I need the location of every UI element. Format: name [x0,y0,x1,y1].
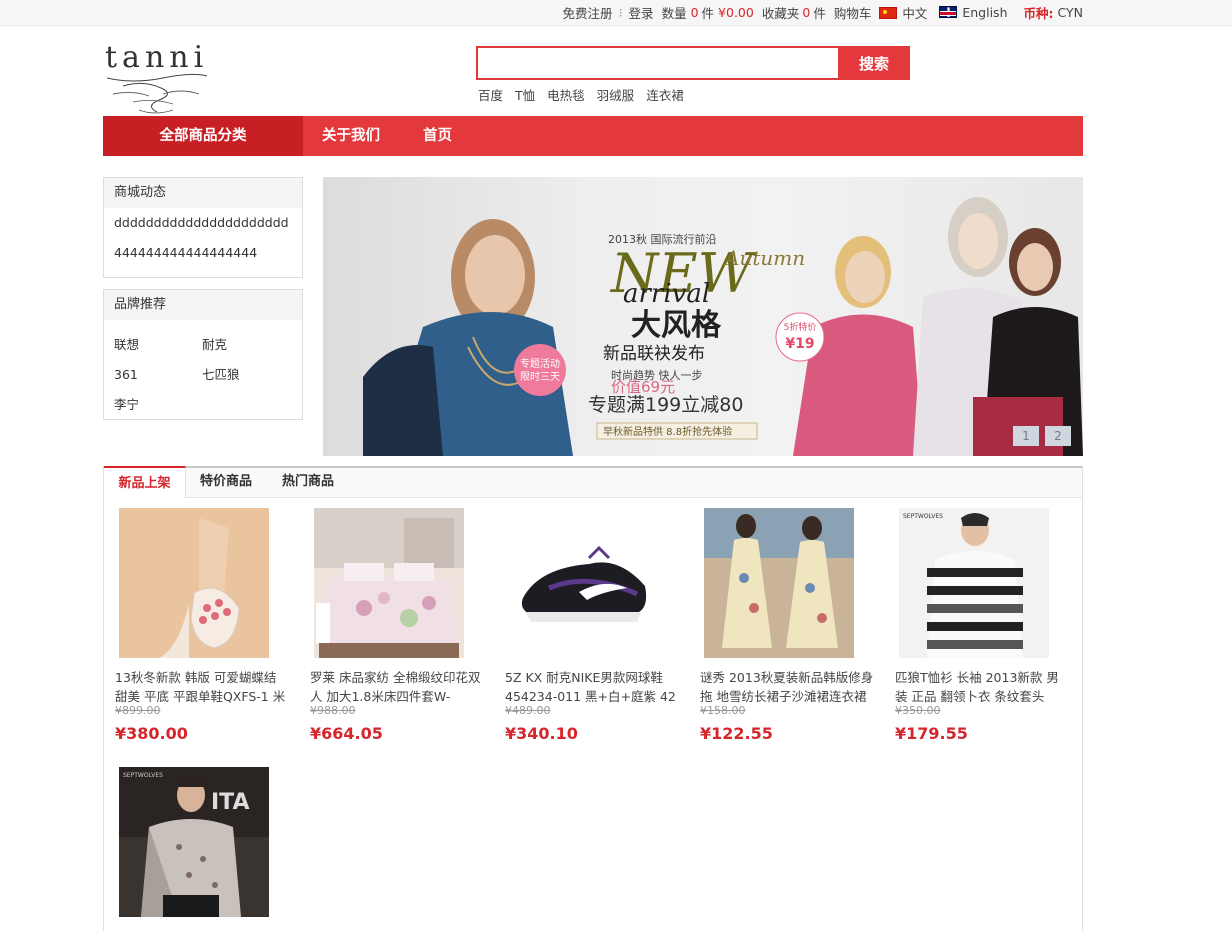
nav-all-categories[interactable]: 全部商品分类 [103,116,303,156]
brand-item[interactable]: 耐克 [202,330,290,360]
lang-en-label: English [962,4,1008,20]
banner-page-button[interactable]: 2 [1045,426,1071,446]
product-name[interactable]: 13秋冬新款 韩版 可爱蝴蝶结 甜美 平底 平跟单鞋QXFS-1 米色 [115,668,291,706]
nav-home[interactable]: 首页 [423,116,452,156]
brand-item[interactable]: 联想 [114,330,202,360]
china-flag-icon [879,6,898,19]
brand-list: 联想 耐克 361 七匹狼 李宁 [104,320,302,420]
brands-title: 品牌推荐 [104,290,302,320]
product-tabs: 新品上架 特价商品 热门商品 [103,466,1083,499]
banner-page-button[interactable]: 1 [1013,426,1039,446]
banner-release: 新品联袂发布 [603,344,705,364]
lang-cn-option[interactable]: 中文 [879,3,927,22]
main-nav: 全部商品分类 关于我们 首页 [103,116,1083,156]
banner-image: 专题活动 限时三天 2013秋 国际流行前沿 NEW arrival Autum… [363,197,1083,456]
news-panel: 商城动态 dddddddddddddddddddddd 444444444444… [103,177,303,278]
hotword-link[interactable]: 电热毯 [547,85,585,104]
striped-shirt-image: SEPTWOLVES [899,508,1049,658]
favorites-link[interactable]: 收藏夹 [762,3,800,22]
product-image[interactable] [314,508,464,658]
banner-promo: 专题满199立减80 [588,394,743,416]
lang-cn-label: 中文 [902,5,928,21]
shoe-image [119,508,269,658]
favorites-count: 0 [802,4,811,20]
product-price: ¥122.55 [700,724,773,743]
tab-hot-products[interactable]: 热门商品 [276,466,340,498]
cart-qty-value: 0 [690,4,699,20]
cart-qty-label: 数量 [661,5,687,21]
product-original-price: ¥489.00 [505,704,551,717]
product-price: ¥664.05 [310,724,383,743]
hotword-link[interactable]: 连衣裙 [646,85,684,104]
hotword-link[interactable]: T恤 [515,85,535,104]
search-button[interactable]: 搜索 [838,46,910,80]
top-bar: 免费注册 ⁝ 登录 数量 0 件 ¥0.00 收藏夹 0 件 购物车 中文 En… [0,0,1232,26]
uk-flag-icon [939,5,958,18]
promo-banner[interactable]: 专题活动 限时三天 2013秋 国际流行前沿 NEW arrival Autum… [323,177,1083,456]
cart-amount: ¥0.00 [718,4,754,20]
favorites-unit: 件 [813,5,826,21]
bedding-image [314,508,464,658]
product-name[interactable]: 谜秀 2013秋夏装新品韩版修身拖 地雪纺长裙子沙滩裙连衣裙夏 [700,668,876,706]
product-original-price: ¥899.00 [115,704,161,717]
brands-panel: 品牌推荐 联想 耐克 361 七匹狼 李宁 [103,289,303,420]
banner-discount-price: ¥19 [785,336,814,352]
banner-special: 早秋新品特供 8.8折抢先体验 [603,425,732,438]
product-grid: 13秋冬新款 韩版 可爱蝴蝶结 甜美 平底 平跟单鞋QXFS-1 米色 ¥899… [103,498,1083,931]
product-price: ¥340.10 [505,724,578,743]
mens-shirt-image: ITA SEPTWOLVES [119,767,269,917]
product-name[interactable]: 5Z KX 耐克NIKE男款网球鞋 454234-011 黑+白+庭紫 42 [505,668,681,706]
banner-discount: 5折特价 [784,321,817,333]
product-price: ¥380.00 [115,724,188,743]
news-item[interactable]: dddddddddddddddddddddd [104,208,302,238]
dress-image [704,508,854,658]
product-price: ¥179.55 [895,724,968,743]
brand-item[interactable]: 七匹狼 [202,360,290,390]
tab-new-arrivals[interactable]: 新品上架 [104,466,186,499]
banner-big-style: 大风格 [631,308,722,343]
svg-text:SEPTWOLVES: SEPTWOLVES [123,772,163,779]
tab-special-offers[interactable]: 特价商品 [194,466,258,498]
register-link[interactable]: 免费注册 [563,3,613,22]
brand-item[interactable]: 361 [114,360,202,390]
logo-ornament-icon [106,73,208,114]
badge-text-2: 限时三天 [520,371,560,383]
product-name[interactable]: 匹狼T恤衫 长袖 2013新款 男装 正品 翻领卜衣 条纹套头 [895,668,1071,706]
currency-value[interactable]: CYN [1058,5,1084,20]
divider: ⁝ [618,4,623,20]
cart-link[interactable]: 购物车 [834,3,872,22]
sneaker-image [509,508,659,658]
search-bar: 搜索 [476,46,910,80]
product-image[interactable]: ITA SEPTWOLVES [119,767,269,917]
cart-qty-unit: 件 [701,5,715,21]
login-link[interactable]: 登录 [629,3,654,22]
product-name[interactable]: 罗莱 床品家纺 全棉缎纹印花双人 加大1.8米床四件套W-AD61-4风 [310,668,486,706]
top-bar-links: 免费注册 ⁝ 登录 数量 0 件 ¥0.00 收藏夹 0 件 购物车 中文 En… [563,0,1083,24]
product-image[interactable] [119,508,269,658]
site-logo[interactable]: tanni [103,40,209,118]
currency-label: 币种: [1023,5,1054,21]
product-original-price: ¥350.00 [895,704,941,717]
product-image[interactable] [509,508,659,658]
search-input[interactable] [476,46,840,80]
product-original-price: ¥988.00 [310,704,356,717]
banner-pager: 1 2 [1013,426,1071,446]
product-original-price: ¥158.00 [700,704,746,717]
hot-keywords: 百度 T恤 电热毯 羽绒服 连衣裙 [478,85,684,104]
logo-text: tanni [105,40,209,75]
news-item[interactable]: 444444444444444444 [104,238,302,268]
banner-arrival: arrival [623,279,710,309]
banner-autumn: Autumn [723,246,805,270]
lang-en-option[interactable]: English [939,4,1008,20]
svg-text:ITA: ITA [211,790,250,815]
brand-item[interactable]: 李宁 [114,390,202,420]
badge-text: 专题活动 [520,357,560,370]
hotword-link[interactable]: 羽绒服 [597,85,635,104]
product-image[interactable] [704,508,854,658]
news-title: 商城动态 [104,178,302,208]
svg-text:SEPTWOLVES: SEPTWOLVES [903,513,943,520]
hotword-link[interactable]: 百度 [478,85,503,104]
product-image[interactable]: SEPTWOLVES [899,508,1049,658]
nav-about[interactable]: 关于我们 [322,116,380,156]
